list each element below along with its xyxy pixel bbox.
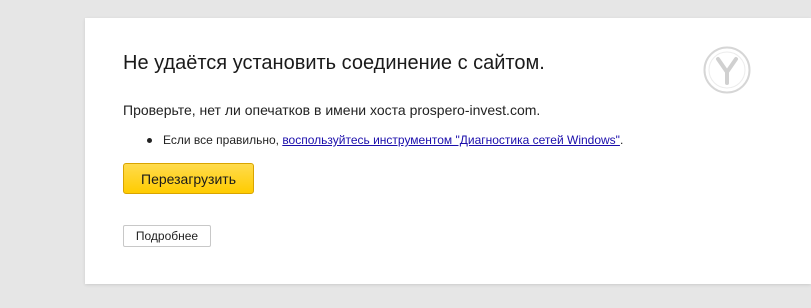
details-button[interactable]: Подробнее (123, 225, 211, 247)
hint-list: Если все правильно, воспользуйтесь инстр… (123, 133, 623, 147)
list-item: Если все правильно, воспользуйтесь инстр… (123, 133, 623, 147)
network-diagnostics-link[interactable]: воспользуйтесь инструментом "Диагностика… (282, 133, 620, 147)
error-card: Не удаётся установить соединение с сайто… (85, 18, 811, 284)
error-description: Проверьте, нет ли опечатков в имени хост… (123, 102, 541, 118)
hint-text: Если все правильно, (163, 133, 283, 147)
hint-suffix: . (619, 133, 624, 147)
browser-error-page: Не удаётся установить соединение с сайто… (0, 0, 811, 308)
error-title: Не удаётся установить соединение с сайто… (123, 52, 545, 74)
bullet-icon (147, 138, 152, 143)
reload-button[interactable]: Перезагрузить (123, 163, 254, 194)
yandex-browser-logo-icon (703, 46, 751, 94)
